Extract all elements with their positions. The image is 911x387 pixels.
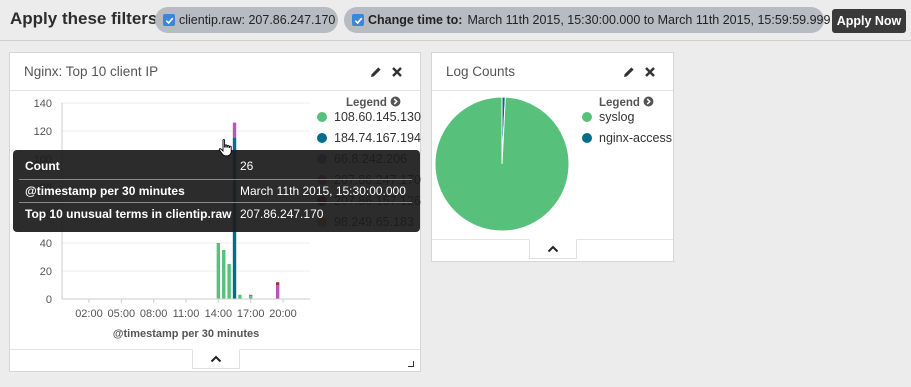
bar[interactable] [222, 250, 226, 299]
x-tick-label: 20:00 [269, 308, 297, 320]
checkbox-checked-icon[interactable] [163, 14, 175, 26]
collapse-toggle[interactable] [529, 239, 577, 259]
chevron-up-icon [210, 355, 222, 363]
pie-slice[interactable] [434, 96, 570, 232]
legend-item[interactable]: nginx-access [582, 131, 672, 145]
filter-pill-text: clientip.raw: 207.86.247.170 [179, 13, 336, 27]
legend-item-label: syslog [599, 110, 635, 124]
legend-color-dot [317, 133, 327, 143]
y-tick-label: 120 [34, 126, 52, 138]
bar[interactable] [275, 285, 280, 299]
panel-footer [432, 239, 673, 261]
y-tick-label: 0 [46, 294, 52, 306]
legend-title-text: Legend [346, 97, 387, 109]
filter-bar-title: Apply these filters? [10, 9, 168, 28]
chevron-up-icon [547, 245, 559, 253]
checkbox-checked-icon[interactable] [352, 14, 364, 26]
x-tick-label: 11:00 [173, 308, 200, 320]
tooltip-value: March 11th 2015, 15:30:00.000 [240, 183, 406, 198]
legend-color-dot [317, 112, 327, 122]
tooltip-value: 207.86.247.170 [240, 206, 324, 221]
legend-item-label: 184.74.167.194 [334, 131, 421, 145]
panel-footer [10, 349, 420, 371]
legend-title-text: Legend [599, 97, 640, 109]
chart-tooltip: Count 26 @timestamp per 30 minutes March… [13, 150, 420, 232]
legend-item[interactable]: 108.60.145.130 [317, 110, 421, 124]
tooltip-label: Top 10 unusual terms in clientip.raw [25, 206, 232, 221]
tooltip-row: Top 10 unusual terms in clientip.raw 207… [19, 202, 412, 224]
x-axis-title: @timestamp per 30 minutes [113, 328, 259, 340]
bar[interactable] [216, 243, 221, 299]
y-tick-label: 40 [40, 238, 52, 250]
filter-pill-time[interactable]: Change time to: March 11th 2015, 15:30:0… [344, 7, 830, 33]
bar[interactable] [275, 282, 280, 285]
x-tick-label: 02:00 [75, 308, 103, 320]
legend-toggle-icon[interactable] [643, 96, 654, 107]
y-tick-label: 20 [40, 266, 52, 278]
x-tick-label: 08:00 [140, 308, 168, 320]
legend-toggle-icon[interactable] [390, 96, 401, 107]
filter-bar: Apply these filters? clientip.raw: 207.8… [0, 0, 911, 40]
panel-title: Log Counts [446, 64, 516, 79]
hand-cursor-icon [218, 139, 232, 157]
legend-color-dot [582, 112, 592, 122]
legend-color-dot [582, 133, 592, 143]
legend-item-label: nginx-access [599, 131, 672, 145]
filter-pill-text: March 11th 2015, 15:30:00.000 to March 1… [467, 13, 831, 27]
panel-title: Nginx: Top 10 client IP [24, 64, 159, 79]
edit-pencil-icon[interactable] [623, 66, 635, 78]
y-tick-label: 140 [34, 98, 52, 110]
filter-pill-clientip[interactable]: clientip.raw: 207.86.247.170 [155, 7, 338, 33]
log-counts-panel: Log Counts Legend syslog nginx-access [431, 52, 674, 262]
x-tick-label: 17:00 [237, 308, 265, 320]
pie-chart [434, 96, 570, 232]
tooltip-row: Count 26 [19, 155, 412, 177]
legend-title[interactable]: Legend [346, 96, 401, 109]
close-icon[interactable] [391, 66, 403, 78]
x-tick-label: 05:00 [108, 308, 136, 320]
tooltip-row: @timestamp per 30 minutes March 11th 201… [19, 179, 412, 201]
legend-item[interactable]: 184.74.167.194 [317, 131, 421, 145]
bar[interactable] [238, 294, 242, 299]
legend-item-label: 108.60.145.130 [334, 110, 421, 124]
apply-now-button[interactable]: Apply Now [832, 9, 906, 33]
bar[interactable] [248, 294, 253, 297]
filter-bar-divider [0, 40, 911, 41]
close-icon[interactable] [644, 66, 656, 78]
x-tick-label: 14:00 [205, 308, 233, 320]
tooltip-label: Count [25, 159, 60, 173]
tooltip-label: @timestamp per 30 minutes [25, 183, 185, 198]
bar[interactable] [227, 264, 231, 299]
filter-pill-bold-label: Change time to: [368, 13, 463, 27]
collapse-toggle[interactable] [192, 349, 240, 369]
legend-title[interactable]: Legend [599, 96, 654, 109]
bar[interactable] [232, 122, 237, 138]
panel-header: Nginx: Top 10 client IP [10, 53, 420, 91]
tooltip-value: 26 [240, 159, 254, 173]
edit-pencil-icon[interactable] [370, 66, 382, 78]
panel-header: Log Counts [432, 53, 673, 91]
resize-handle-icon[interactable] [408, 361, 414, 367]
legend-item[interactable]: syslog [582, 110, 634, 124]
